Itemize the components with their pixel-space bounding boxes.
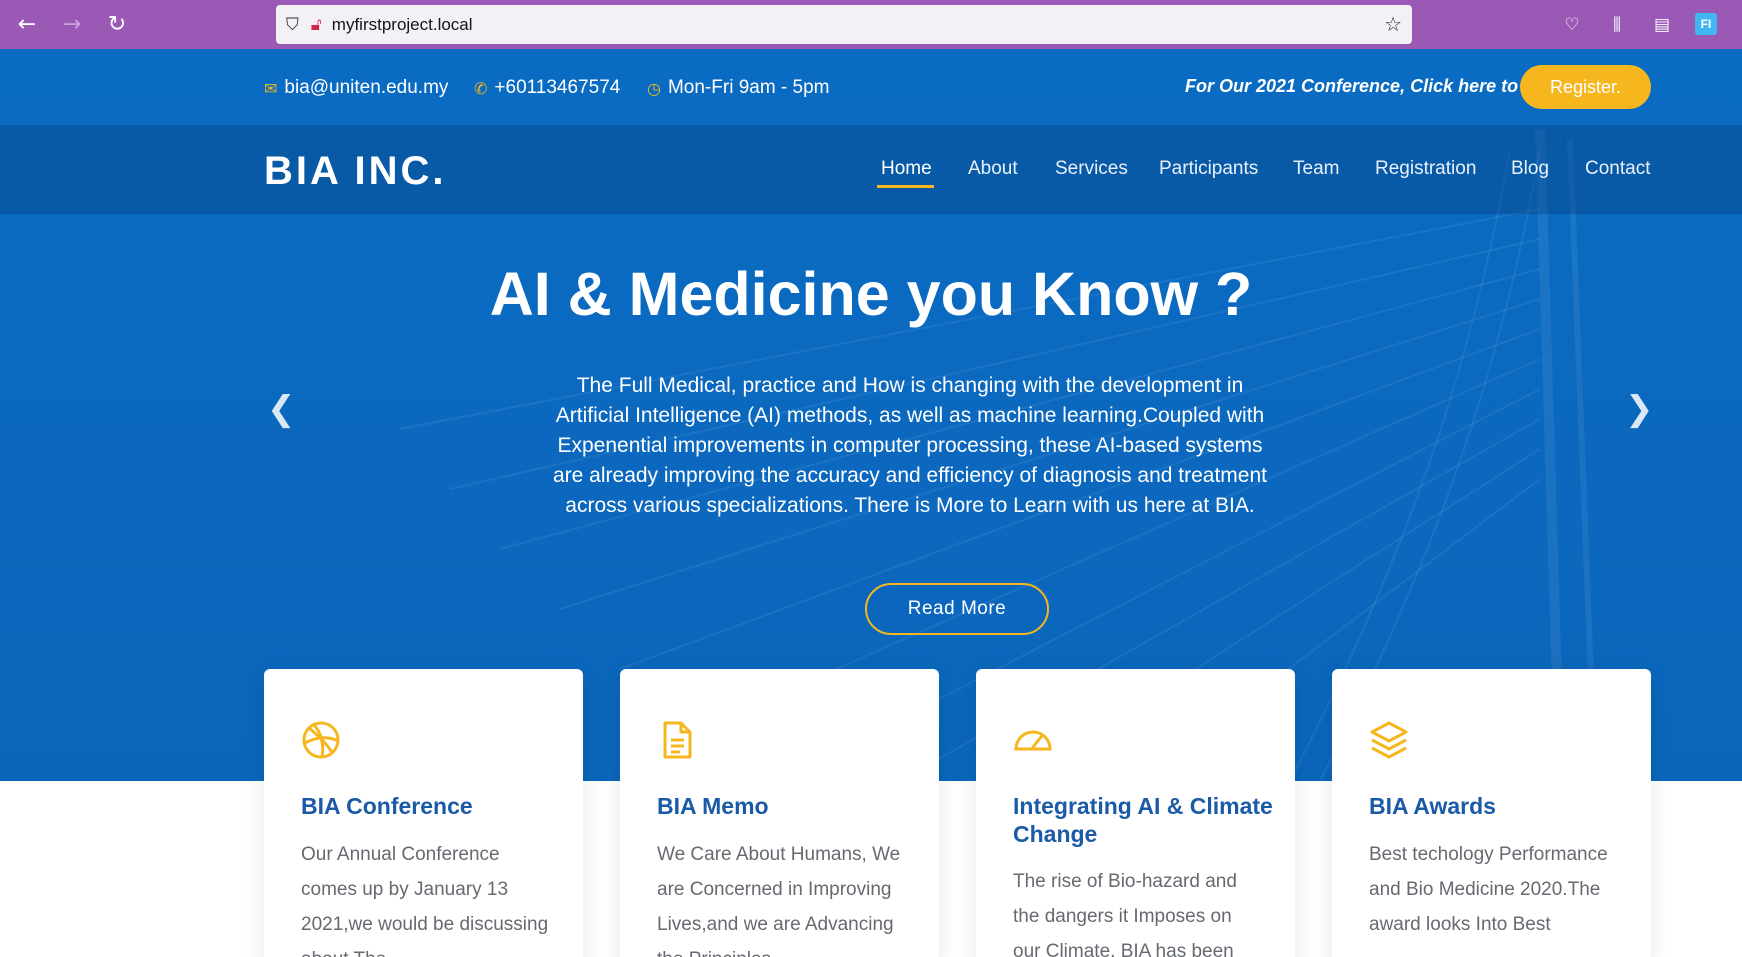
nav-participants[interactable]: Participants xyxy=(1159,158,1258,180)
browser-toolbar: ← → ↻ ⛉ 🔓︎ myfirstproject.local ☆ ♡ ⫼ ▤ … xyxy=(0,0,1742,49)
nav-about[interactable]: About xyxy=(968,158,1018,180)
main-navbar: BIA INC. Home About Services Participant… xyxy=(0,125,1742,214)
dribbble-icon xyxy=(302,721,340,759)
profile-avatar[interactable]: FI xyxy=(1695,13,1717,35)
reload-icon[interactable]: ↻ xyxy=(102,10,132,40)
bookmark-star-icon[interactable]: ☆ xyxy=(1384,12,1402,36)
reader-view-icon[interactable]: ▤ xyxy=(1649,12,1675,38)
nav-home[interactable]: Home xyxy=(881,158,932,180)
pocket-icon[interactable]: ♡ xyxy=(1559,12,1585,38)
layers-icon xyxy=(1370,721,1408,759)
document-icon xyxy=(663,721,692,759)
clock-icon: ◷ xyxy=(647,78,661,98)
email-contact[interactable]: ✉ bia@uniten.edu.my xyxy=(264,77,448,99)
active-nav-indicator xyxy=(877,185,934,188)
nav-services[interactable]: Services xyxy=(1055,158,1128,180)
card-title: Integrating AI & Climate Change xyxy=(1013,793,1273,847)
card-text: Our Annual Conference comes up by Januar… xyxy=(301,844,549,957)
feature-card-memo[interactable]: BIA Memo We Care About Humans, We are Co… xyxy=(620,669,939,957)
speedometer-icon xyxy=(1014,730,1052,751)
contact-topbar: ✉ bia@uniten.edu.my ✆ +60113467574 ◷ Mon… xyxy=(0,49,1742,125)
library-icon[interactable]: ⫼ xyxy=(1604,12,1630,38)
email-text[interactable]: bia@uniten.edu.my xyxy=(284,77,448,99)
hours-info: ◷ Mon-Fri 9am - 5pm xyxy=(647,77,830,99)
back-arrow-icon[interactable]: ← xyxy=(12,10,42,40)
phone-contact[interactable]: ✆ +60113467574 xyxy=(474,77,620,99)
conference-promo-text: For Our 2021 Conference, Click here to xyxy=(1185,76,1519,96)
slider-prev-chevron-icon[interactable]: ❮ xyxy=(267,389,296,429)
feature-card-conference[interactable]: BIA Conference Our Annual Conference com… xyxy=(264,669,583,957)
card-text: We Care About Humans, We are Concerned i… xyxy=(657,844,901,957)
phone-text[interactable]: +60113467574 xyxy=(494,77,620,99)
nav-contact[interactable]: Contact xyxy=(1585,158,1650,180)
nav-blog[interactable]: Blog xyxy=(1511,158,1549,180)
card-title: BIA Conference xyxy=(301,793,473,819)
insecure-lock-icon[interactable]: 🔓︎ xyxy=(311,15,322,35)
register-button[interactable]: Register. xyxy=(1520,65,1651,109)
feature-card-climate[interactable]: Integrating AI & Climate Change The rise… xyxy=(976,669,1295,957)
card-title: BIA Memo xyxy=(657,793,769,819)
feature-card-awards[interactable]: BIA Awards Best techology Performance an… xyxy=(1332,669,1651,957)
url-text[interactable]: myfirstproject.local xyxy=(332,15,473,35)
hours-text: Mon-Fri 9am - 5pm xyxy=(667,77,830,98)
slider-next-chevron-icon[interactable]: ❯ xyxy=(1625,389,1654,429)
hero-title: AI & Medicine you Know ? xyxy=(489,260,1253,328)
card-text: Best techology Performance and Bio Medic… xyxy=(1369,844,1608,935)
site-logo[interactable]: BIA INC. xyxy=(264,149,447,194)
hero-description: The Full Medical, practice and How is ch… xyxy=(552,374,1267,517)
card-title: BIA Awards xyxy=(1369,793,1496,819)
shield-icon[interactable]: ⛉ xyxy=(286,15,299,35)
nav-registration[interactable]: Registration xyxy=(1375,158,1476,180)
phone-icon: ✆ xyxy=(474,78,488,98)
envelope-icon: ✉ xyxy=(264,78,278,98)
forward-arrow-icon[interactable]: → xyxy=(57,10,87,40)
read-more-button[interactable]: Read More xyxy=(865,583,1049,635)
nav-team[interactable]: Team xyxy=(1293,158,1339,180)
address-bar[interactable]: ⛉ 🔓︎ myfirstproject.local ☆ xyxy=(276,5,1412,44)
card-text: The rise of Bio-hazard and the dangers i… xyxy=(1013,871,1237,957)
